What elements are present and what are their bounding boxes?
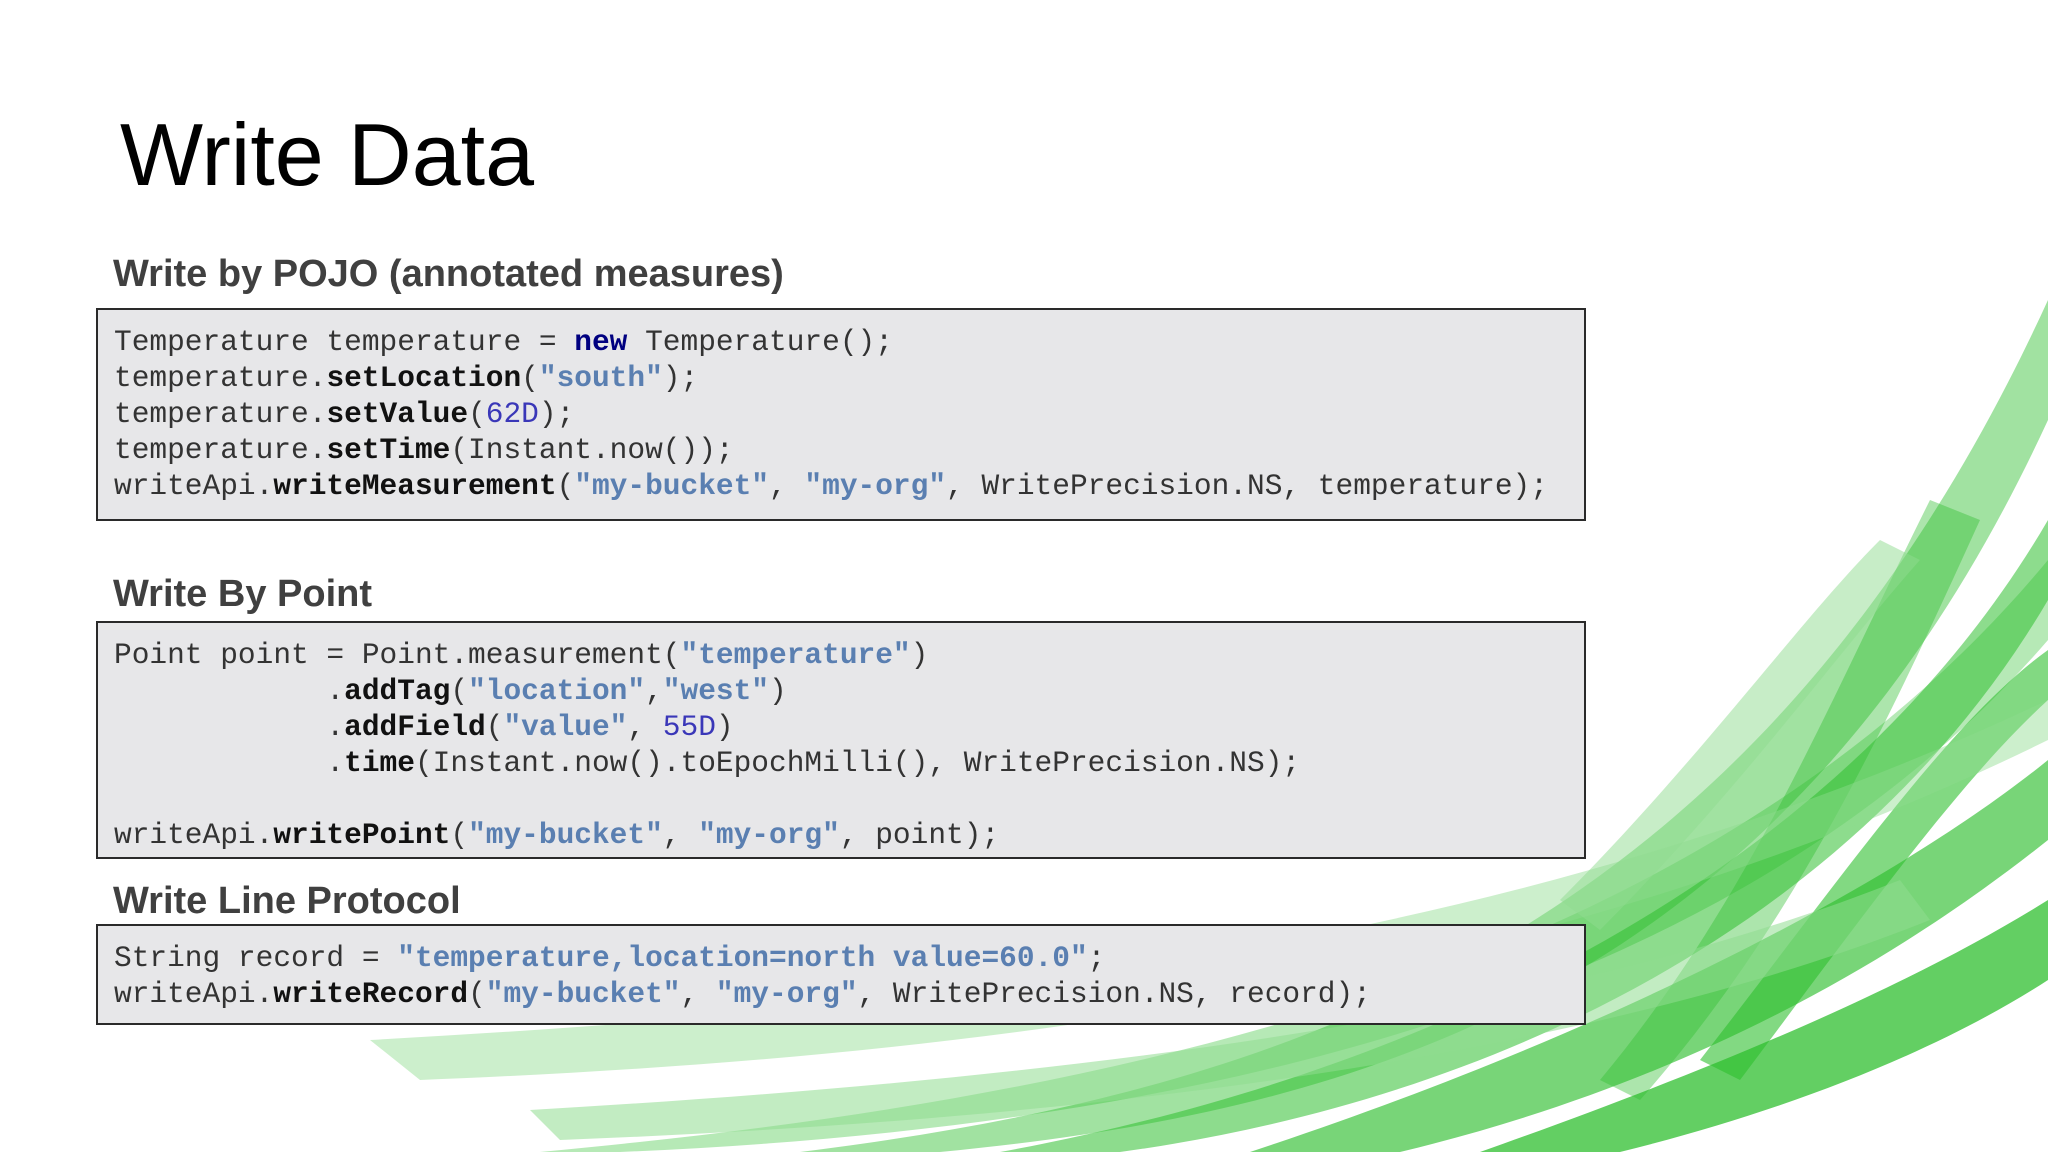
code-token: "south" xyxy=(538,361,663,395)
code-token: . xyxy=(114,710,345,744)
code-line: .time(Instant.now().toEpochMilli(), Writ… xyxy=(114,745,1584,781)
code-token: addField xyxy=(344,710,486,744)
slide-title: Write Data xyxy=(120,105,535,204)
section-heading-line-protocol: Write Line Protocol xyxy=(113,880,461,922)
code-token: , xyxy=(769,469,805,503)
code-token: 55D xyxy=(662,710,716,744)
code-token: , xyxy=(627,710,663,744)
code-token: ( xyxy=(556,469,575,503)
code-token: "my-org" xyxy=(698,818,840,852)
code-pojo: Temperature temperature = new Temperatur… xyxy=(114,324,1584,504)
code-token: writePoint xyxy=(273,818,451,852)
code-token: writeApi. xyxy=(114,818,274,852)
code-line: temperature.setLocation("south"); xyxy=(114,360,1584,396)
code-token: "my-bucket" xyxy=(485,977,681,1011)
code-token: setTime xyxy=(326,433,451,467)
code-token: Point point = Point.measurement( xyxy=(114,638,681,672)
code-token: time xyxy=(344,746,415,780)
code-token: ; xyxy=(1087,941,1106,975)
code-token: String record = xyxy=(114,941,398,975)
code-token: , WritePrecision.NS, temperature); xyxy=(946,469,1548,503)
slide: Write Data Write by POJO (annotated meas… xyxy=(0,0,2048,1152)
code-block-pojo: Temperature temperature = new Temperatur… xyxy=(96,308,1586,521)
code-token: writeRecord xyxy=(273,977,469,1011)
code-line: .addField("value", 55D) xyxy=(114,709,1584,745)
section-heading-pojo: Write by POJO (annotated measures) xyxy=(113,253,784,295)
code-line: Point point = Point.measurement("tempera… xyxy=(114,637,1584,673)
code-line: String record = "temperature,location=no… xyxy=(114,940,1584,976)
code-token: "my-bucket" xyxy=(468,818,663,852)
code-token: temperature. xyxy=(114,397,327,431)
code-token: ( xyxy=(468,397,486,431)
code-token: ) xyxy=(715,710,734,744)
code-token: . xyxy=(114,746,345,780)
code-token: new xyxy=(574,325,628,359)
code-token: ( xyxy=(450,818,469,852)
code-token: ( xyxy=(485,710,504,744)
code-line: Temperature temperature = new Temperatur… xyxy=(114,324,1584,360)
code-token: ) xyxy=(910,638,929,672)
code-token: "temperature" xyxy=(680,638,911,672)
code-token: "my-org" xyxy=(804,469,947,503)
code-token: , xyxy=(662,818,699,852)
code-token: Temperature temperature = xyxy=(114,325,575,359)
code-token: temperature. xyxy=(114,361,327,395)
code-token: "my-org" xyxy=(715,977,858,1011)
code-line-protocol: String record = "temperature,location=no… xyxy=(114,940,1584,1012)
section-heading-point: Write By Point xyxy=(113,573,372,615)
code-token: ( xyxy=(521,361,539,395)
code-token: addTag xyxy=(344,674,451,708)
code-token: , xyxy=(645,674,663,708)
code-token: "value" xyxy=(503,710,628,744)
code-token: writeMeasurement xyxy=(273,469,557,503)
code-token: ( xyxy=(450,674,469,708)
code-token: "west" xyxy=(662,674,770,708)
code-line: .addTag("location","west") xyxy=(114,673,1584,709)
code-token: , xyxy=(680,977,716,1011)
code-token: 62D xyxy=(485,397,539,431)
code-line: temperature.setTime(Instant.now()); xyxy=(114,432,1584,468)
code-token: "temperature,location=north value=60.0" xyxy=(397,941,1088,975)
code-token: writeApi. xyxy=(114,469,274,503)
code-token: ); xyxy=(538,397,575,431)
code-token: (Instant.now()); xyxy=(450,433,734,467)
code-token: , point); xyxy=(839,818,1000,852)
code-token: writeApi. xyxy=(114,977,274,1011)
code-token: ) xyxy=(769,674,787,708)
code-block-point: Point point = Point.measurement("tempera… xyxy=(96,621,1586,859)
code-token: Temperature(); xyxy=(627,325,893,359)
code-line: writeApi.writeRecord("my-bucket", "my-or… xyxy=(114,976,1584,1012)
code-point: Point point = Point.measurement("tempera… xyxy=(114,637,1584,853)
code-token: setValue xyxy=(326,397,469,431)
code-token: "location" xyxy=(468,674,646,708)
code-block-line-protocol: String record = "temperature,location=no… xyxy=(96,924,1586,1025)
code-token: (Instant.now().toEpochMilli(), WritePrec… xyxy=(414,746,1301,780)
code-token: . xyxy=(114,674,345,708)
code-line: writeApi.writePoint("my-bucket", "my-org… xyxy=(114,817,1584,853)
code-token: , WritePrecision.NS, record); xyxy=(857,977,1371,1011)
code-token: temperature. xyxy=(114,433,327,467)
code-token: setLocation xyxy=(326,361,522,395)
code-token: ); xyxy=(662,361,699,395)
code-token: "my-bucket" xyxy=(574,469,770,503)
code-line: writeApi.writeMeasurement("my-bucket", "… xyxy=(114,468,1584,504)
code-line: temperature.setValue(62D); xyxy=(114,396,1584,432)
code-token: ( xyxy=(468,977,486,1011)
